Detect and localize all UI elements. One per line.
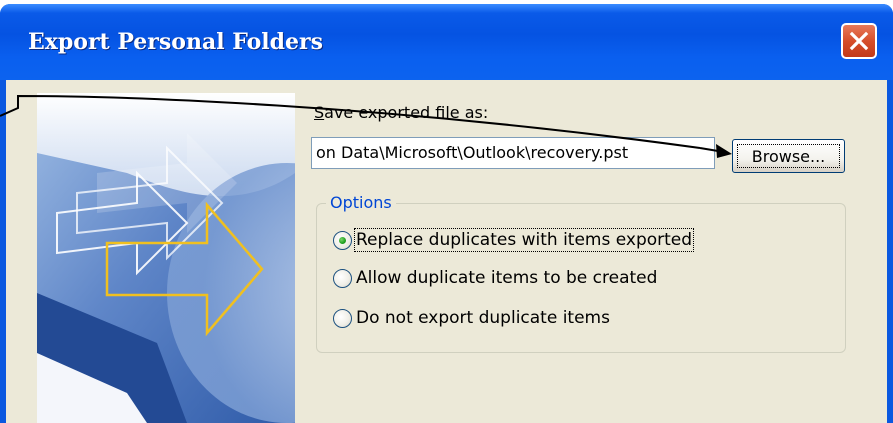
radio-no-duplicates[interactable]: Do not export duplicate items	[333, 308, 610, 328]
file-path-input[interactable]: on Data\Microsoft\Outlook\recovery.pst	[311, 137, 715, 169]
close-button[interactable]	[841, 23, 877, 59]
radio-no-duplicates-label: Do not export duplicate items	[356, 308, 610, 328]
wizard-graphic-panel	[37, 93, 295, 423]
options-legend: Options	[326, 193, 396, 212]
dialog-client-area: Save exported file as: on Data\Microsoft…	[6, 80, 887, 423]
radio-checked-icon[interactable]	[333, 230, 352, 250]
save-as-label-accelerator: S	[314, 103, 325, 122]
radio-unchecked-icon[interactable]	[333, 268, 352, 288]
radio-replace-duplicates-label: Replace duplicates with items exported	[353, 228, 695, 252]
radio-replace-duplicates[interactable]: Replace duplicates with items exported	[333, 228, 695, 252]
file-path-value: on Data\Microsoft\Outlook\recovery.pst	[316, 143, 629, 162]
save-as-label: Save exported file as:	[314, 103, 488, 122]
wizard-arrows-graphic	[37, 93, 295, 423]
dialog-title: Export Personal Folders	[28, 29, 324, 55]
radio-unchecked-icon[interactable]	[333, 308, 352, 328]
screenshot-root: Export Personal Folders Save exported fi…	[0, 0, 893, 423]
title-bar[interactable]: Export Personal Folders	[0, 4, 893, 80]
radio-allow-duplicates-label: Allow duplicate items to be created	[356, 268, 658, 288]
close-icon	[849, 31, 869, 51]
browse-button[interactable]: Browse...	[732, 139, 845, 173]
radio-allow-duplicates[interactable]: Allow duplicate items to be created	[333, 268, 657, 288]
browse-button-label: Browse...	[737, 144, 840, 168]
dialog-window: Export Personal Folders Save exported fi…	[0, 4, 893, 423]
save-as-label-text: ave exported file as:	[324, 103, 489, 122]
